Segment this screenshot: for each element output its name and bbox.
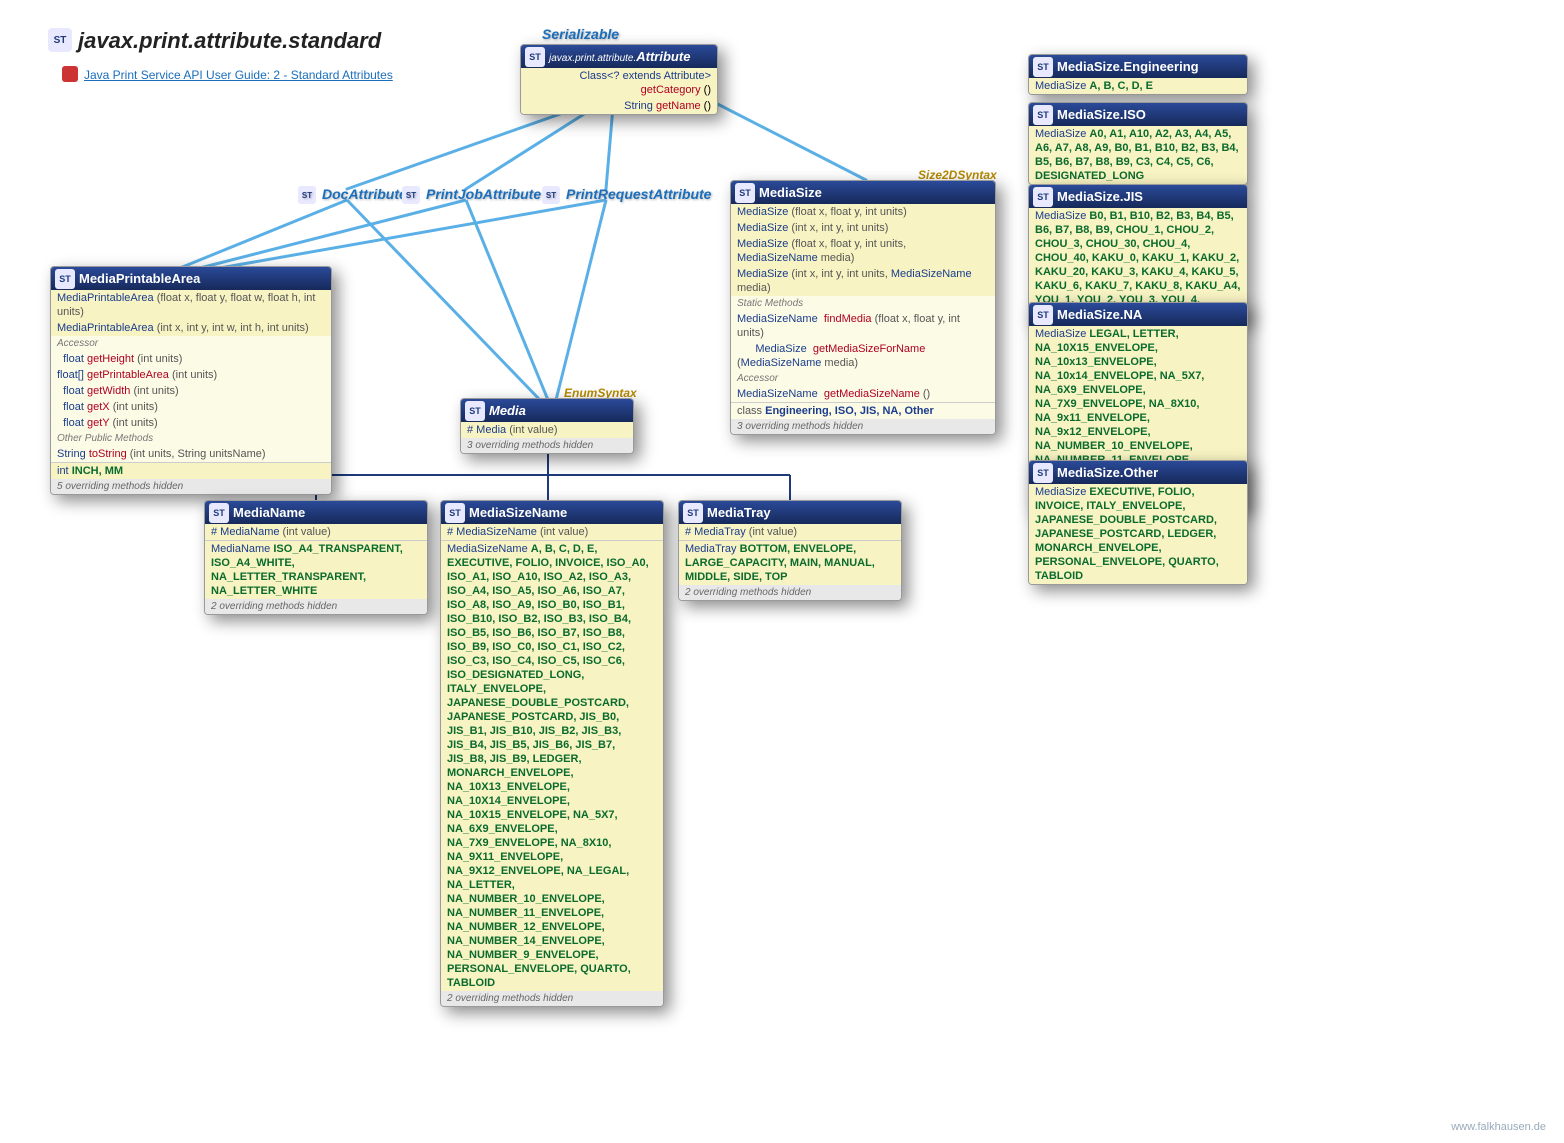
class-medianame[interactable]: MediaName # MediaName (int value) MediaN… [204,500,428,615]
class-mediasize[interactable]: MediaSize MediaSize (float x, float y, i… [730,180,996,435]
class-mediasize-other[interactable]: MediaSize.Other MediaSize EXECUTIVE, FOL… [1028,460,1248,585]
interface-icon [402,186,420,204]
class-icon [735,183,755,203]
class-media[interactable]: Media # Media (int value) 3 overriding m… [460,398,634,454]
class-mediatray[interactable]: MediaTray # MediaTray (int value) MediaT… [678,500,902,601]
class-icon [465,401,485,421]
class-icon [209,503,229,523]
class-mediasizename[interactable]: MediaSizeName # MediaSizeName (int value… [440,500,664,1007]
class-header: javax.print.attribute.Attribute [521,45,717,68]
class-icon [1033,305,1053,325]
docattribute-label[interactable]: DocAttribute [298,186,407,202]
external-link-icon [62,66,78,82]
class-icon [1033,187,1053,207]
class-mediaprintablearea[interactable]: MediaPrintableArea MediaPrintableArea (f… [50,266,332,495]
class-icon [525,47,545,67]
class-mediasize-engineering[interactable]: MediaSize.Engineering MediaSize A, B, C,… [1028,54,1248,95]
watermark: www.falkhausen.de [1451,1121,1546,1133]
printjobattribute-label[interactable]: PrintJobAttribute [402,186,541,202]
printrequestattribute-label[interactable]: PrintRequestAttribute [542,186,711,202]
class-icon [1033,463,1053,483]
interface-icon [542,186,560,204]
class-mediasize-iso[interactable]: MediaSize.ISO MediaSize A0, A1, A10, A2,… [1028,102,1248,185]
class-icon [445,503,465,523]
interface-icon [298,186,316,204]
package-title: javax.print.attribute.standard [48,28,381,54]
package-title-text: javax.print.attribute.standard [78,28,381,53]
class-icon [1033,105,1053,125]
class-icon [55,269,75,289]
class-icon [683,503,703,523]
package-icon [48,28,72,52]
guide-link[interactable]: Java Print Service API User Guide: 2 - S… [62,68,393,82]
class-attribute[interactable]: javax.print.attribute.Attribute Class<? … [520,44,718,115]
guide-link-text: Java Print Service API User Guide: 2 - S… [84,68,393,82]
serializable-label: Serializable [518,26,619,42]
class-icon [1033,57,1053,77]
